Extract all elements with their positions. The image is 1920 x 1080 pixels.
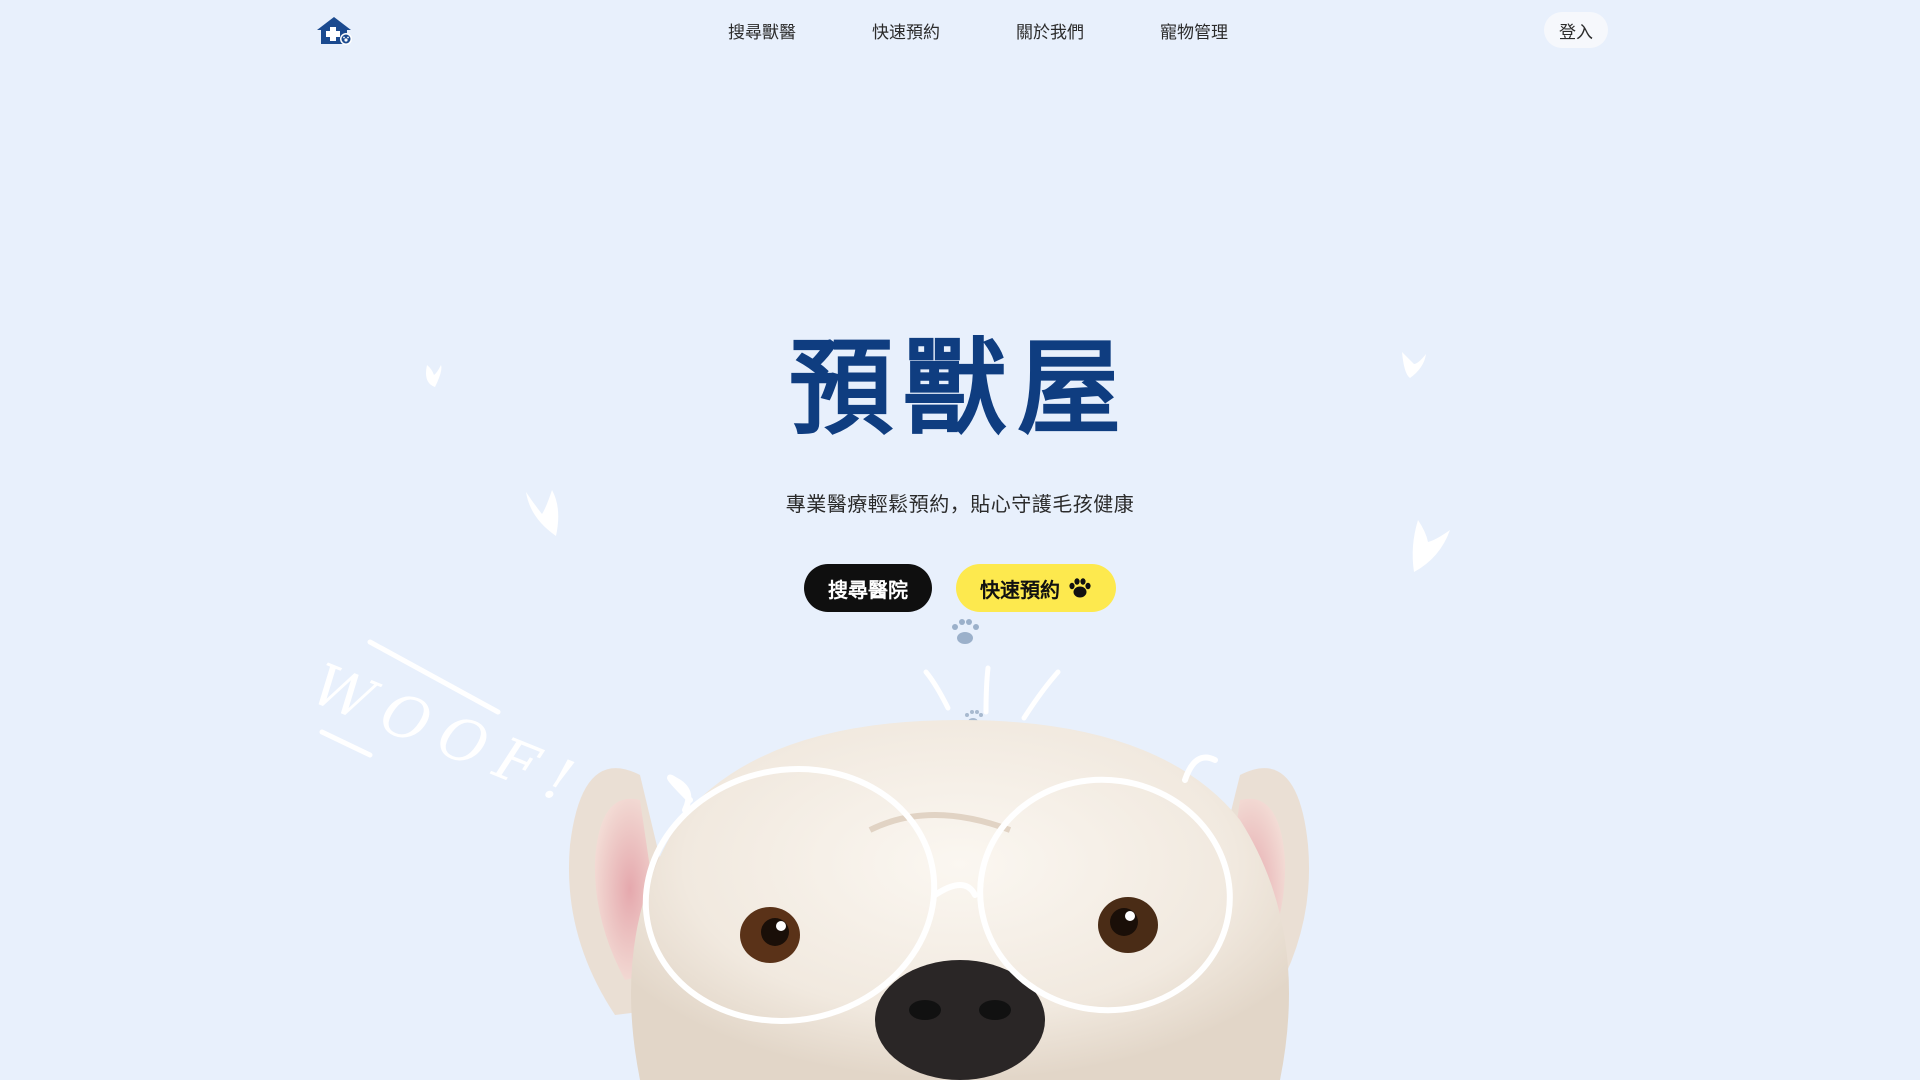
hero-decoration: WOOF! [303,352,1450,1080]
nav-about-us[interactable]: 關於我們 [978,18,1122,43]
hero-subtitle: 專業醫療輕鬆預約，貼心守護毛孩健康 [785,492,1135,516]
nav-quick-booking[interactable]: 快速預約 [834,18,978,43]
quick-booking-label: 快速預約 [980,577,1060,602]
login-button[interactable]: 登入 [1544,12,1608,48]
nav-search-vet[interactable]: 搜尋獸醫 [690,18,834,43]
paw-icon [1069,578,1091,598]
bulldog-illustration [568,720,1310,1080]
woof-doodle [319,639,501,758]
glasses-doodle [642,754,1233,1024]
quick-booking-button[interactable]: 快速預約 [956,564,1116,612]
woof-doodle-text: WOOF! [303,650,596,821]
paw-print-icon [952,619,979,644]
paw-print-small-icon [965,710,983,726]
nav-pet-management[interactable]: 寵物管理 [1122,18,1266,43]
main-nav: 搜尋獸醫 快速預約 關於我們 寵物管理 [690,0,1266,60]
hero-title: 預獸屋 [788,326,1131,449]
top-navbar: 搜尋獸醫 快速預約 關於我們 寵物管理 登入 [0,0,1920,60]
search-hospital-label: 搜尋醫院 [828,577,908,602]
pet-clinic-house-icon [317,17,352,45]
logo[interactable] [315,14,353,46]
search-hospital-button[interactable]: 搜尋醫院 [804,564,932,612]
surprise-lines [923,665,1061,721]
